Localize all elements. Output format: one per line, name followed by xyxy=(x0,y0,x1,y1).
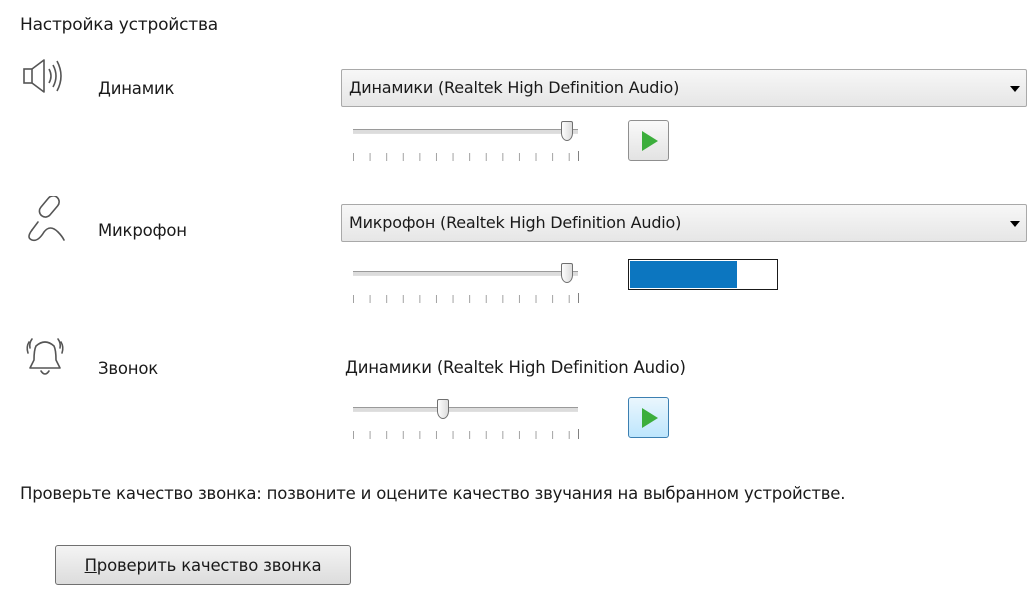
play-icon xyxy=(642,408,658,428)
test-call-button[interactable]: Проверить качество звонка xyxy=(55,545,351,585)
speaker-device-value: Динамики (Realtek High Definition Audio) xyxy=(349,78,680,97)
microphone-label: Микрофон xyxy=(98,221,187,240)
ringer-device-text: Динамики (Realtek High Definition Audio) xyxy=(345,358,686,377)
microphone-volume-slider[interactable] xyxy=(353,261,579,306)
speaker-volume-thumb[interactable] xyxy=(560,121,573,141)
chevron-down-icon xyxy=(1010,86,1020,92)
ringer-play-button[interactable] xyxy=(628,397,669,438)
test-call-hint: Проверьте качество звонка: позвоните и о… xyxy=(20,484,846,503)
speaker-play-button[interactable] xyxy=(628,120,669,161)
play-icon xyxy=(642,131,658,151)
section-title: Настройка устройства xyxy=(20,15,219,35)
ringer-label: Звонок xyxy=(98,359,159,378)
speaker-label: Динамик xyxy=(98,79,175,98)
chevron-down-icon xyxy=(1010,221,1020,227)
ringer-volume-slider[interactable] xyxy=(353,397,579,442)
microphone-level-fill xyxy=(630,261,737,288)
ringer-volume-thumb[interactable] xyxy=(437,399,449,419)
speaker-device-select[interactable]: Динамики (Realtek High Definition Audio) xyxy=(341,69,1027,107)
speaker-icon xyxy=(22,56,72,96)
test-call-button-label: роверить качество звонка xyxy=(96,555,322,575)
bell-icon xyxy=(22,334,68,384)
microphone-icon xyxy=(24,196,72,246)
microphone-device-select[interactable]: Микрофон (Realtek High Definition Audio) xyxy=(341,204,1027,242)
test-call-button-accel: П xyxy=(84,555,97,575)
speaker-volume-slider[interactable] xyxy=(353,119,579,164)
microphone-device-value: Микрофон (Realtek High Definition Audio) xyxy=(349,213,682,232)
microphone-level-meter xyxy=(628,259,778,290)
microphone-volume-thumb[interactable] xyxy=(560,263,573,283)
